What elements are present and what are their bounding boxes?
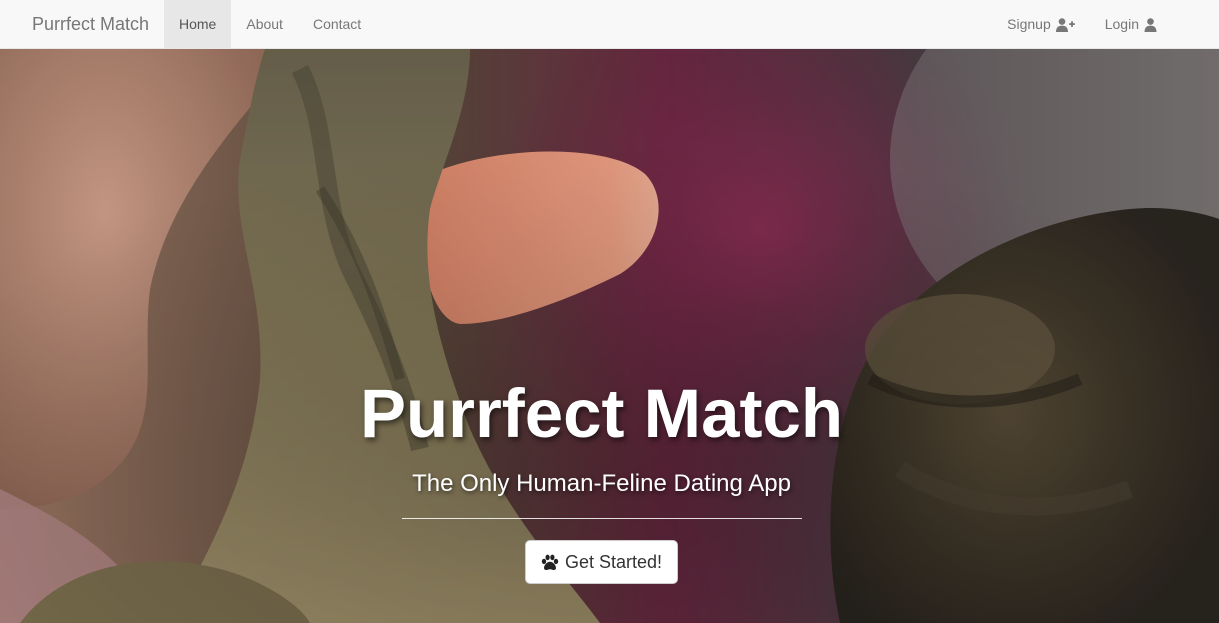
nav-about[interactable]: About [231, 0, 298, 49]
signup-link[interactable]: Signup [992, 0, 1090, 49]
page: Purrfect Match Home About Contact Signup… [0, 0, 1219, 623]
nav-auth-links: Signup Login [992, 0, 1172, 49]
hero-divider [402, 518, 802, 519]
brand-link[interactable]: Purrfect Match [32, 0, 149, 49]
login-link[interactable]: Login [1090, 0, 1172, 49]
nav-contact[interactable]: Contact [298, 0, 376, 49]
user-plus-icon [1055, 17, 1075, 32]
login-label: Login [1104, 16, 1139, 32]
hero-subtitle: The Only Human-Feline Dating App [412, 470, 791, 497]
paw-icon [541, 554, 559, 570]
hero-section: Purrfect Match The Only Human-Feline Dat… [0, 49, 1219, 623]
hero-background-image [0, 49, 1219, 623]
hero-title: Purrfect Match [359, 375, 844, 452]
get-started-label: Get Started! [564, 551, 663, 572]
user-icon [1144, 17, 1157, 32]
signup-label: Signup [1007, 16, 1051, 32]
nav-home[interactable]: Home [164, 0, 232, 49]
navbar: Purrfect Match Home About Contact Signup… [0, 0, 1219, 49]
get-started-button[interactable]: Get Started! [525, 540, 678, 584]
nav-links: Home About Contact [164, 0, 376, 49]
